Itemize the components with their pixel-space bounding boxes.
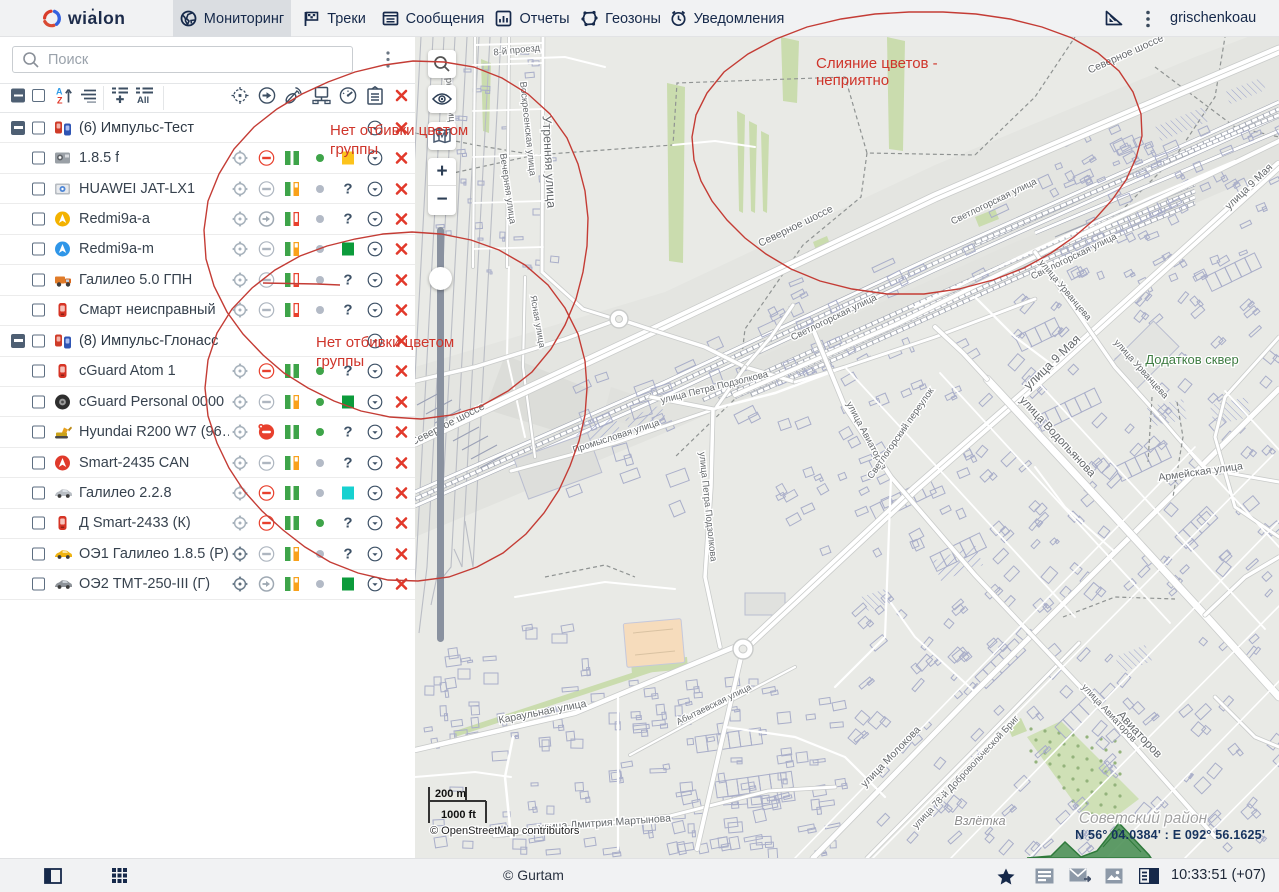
svg-text:Взлётка: Взлётка (954, 814, 1005, 828)
svg-text:All: All (137, 95, 149, 104)
svg-text:Советский район: Советский район (1079, 810, 1208, 827)
svg-text:200 m: 200 m (435, 788, 466, 800)
svg-text:N 56° 04.0384' : E 092° 56.162: N 56° 04.0384' : E 092° 56.1625' (1075, 828, 1265, 842)
svg-text:Z: Z (57, 96, 63, 105)
svg-text:Додатков сквер: Додатков сквер (1145, 352, 1238, 367)
svg-text:© OpenStreetMap contributors: © OpenStreetMap contributors (430, 825, 580, 837)
svg-text:1000 ft: 1000 ft (441, 809, 476, 821)
